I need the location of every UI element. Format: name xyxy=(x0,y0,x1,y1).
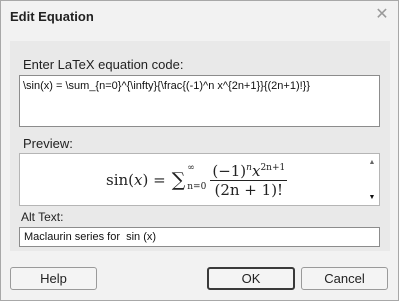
cancel-button[interactable]: Cancel xyxy=(301,267,388,290)
preview-label: Preview: xyxy=(23,136,73,151)
fraction-denominator: (2n + 1)! xyxy=(214,181,284,199)
scroll-down-icon[interactable]: ▼ xyxy=(366,193,378,203)
ok-button[interactable]: OK xyxy=(207,267,295,290)
preview-scrollbar[interactable]: ▲ ▼ xyxy=(366,155,378,204)
close-icon[interactable]: ✕ xyxy=(374,7,390,23)
fraction-numerator: (−1)nx2n+1 xyxy=(210,162,288,181)
sum-lower: n=0 xyxy=(187,181,207,192)
title-bar: Edit Equation ✕ xyxy=(1,1,398,31)
equation-preview: sin(x) = ∑ ∞ n=0 (−1)nx2n+1 (2n + 1)! ▲ … xyxy=(19,153,380,206)
help-button[interactable]: Help xyxy=(10,267,97,290)
dialog-title: Edit Equation xyxy=(10,9,94,24)
fraction: (−1)nx2n+1 (2n + 1)! xyxy=(210,160,288,200)
scroll-up-icon[interactable]: ▲ xyxy=(366,158,378,168)
sum-symbol: ∑ xyxy=(171,169,186,191)
equation-render: sin(x) = ∑ ∞ n=0 (−1)nx2n+1 (2n + 1)! xyxy=(106,160,288,200)
edit-equation-dialog: Edit Equation ✕ Enter LaTeX equation cod… xyxy=(0,0,399,301)
latex-code-input[interactable]: \sin(x) = \sum_{n=0}^{\infty}{\frac{(-1)… xyxy=(19,75,380,127)
alt-text-label: Alt Text: xyxy=(21,210,64,224)
sum-limits: ∞ n=0 xyxy=(187,163,207,192)
eq-lhs: sin(x) = xyxy=(106,171,166,189)
sum-upper: ∞ xyxy=(187,162,195,173)
alt-text-input[interactable] xyxy=(19,227,380,247)
code-label: Enter LaTeX equation code: xyxy=(23,57,184,72)
